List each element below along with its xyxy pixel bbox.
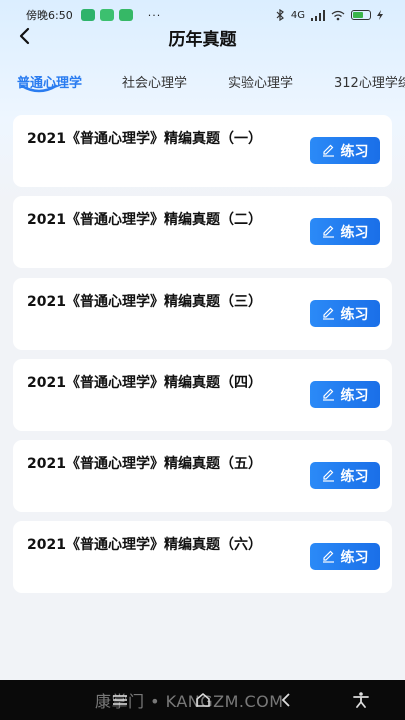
- wifi-icon: [331, 10, 345, 20]
- pencil-icon: [322, 144, 334, 157]
- app-notification-icon: [80, 9, 95, 21]
- practice-button[interactable]: 练习: [310, 462, 380, 489]
- charging-icon: [377, 10, 383, 20]
- more-notifications-icon: ···: [147, 8, 162, 22]
- practice-button[interactable]: 练习: [310, 381, 380, 408]
- signal-icon: [311, 9, 325, 21]
- practice-button[interactable]: 练习: [310, 218, 380, 245]
- practice-button-label: 练习: [340, 224, 369, 241]
- pencil-icon: [322, 469, 334, 482]
- network-label: 4G: [290, 9, 305, 21]
- practice-button-label: 练习: [340, 143, 369, 160]
- pencil-icon: [322, 388, 334, 401]
- menu-icon[interactable]: [110, 690, 130, 710]
- practice-button[interactable]: 练习: [310, 137, 380, 164]
- paper-title: 2021《普通心理学》精编真题（四）: [27, 375, 262, 391]
- active-tab-indicator: [20, 84, 58, 93]
- list-item: 2021《普通心理学》精编真题（三） 练习: [13, 278, 392, 350]
- paper-title: 2021《普通心理学》精编真题（五）: [27, 456, 262, 472]
- accessibility-icon[interactable]: [351, 690, 371, 710]
- list-item: 2021《普通心理学》精编真题（六） 练习: [13, 521, 392, 593]
- bluetooth-icon: [276, 9, 284, 21]
- back-nav-icon[interactable]: [276, 690, 296, 710]
- battery-icon: [351, 10, 371, 20]
- paper-title: 2021《普通心理学》精编真题（六）: [27, 537, 262, 553]
- tab-experimental-psychology[interactable]: 实验心理学: [228, 72, 293, 91]
- status-time: 傍晚6:50: [26, 9, 73, 22]
- paper-title: 2021《普通心理学》精编真题（三）: [27, 294, 262, 310]
- tab-social-psychology[interactable]: 社会心理学: [122, 72, 187, 91]
- list-item: 2021《普通心理学》精编真题（五） 练习: [13, 440, 392, 512]
- page-title: 历年真题: [168, 30, 237, 50]
- practice-button-label: 练习: [340, 387, 369, 404]
- pencil-icon: [322, 307, 334, 320]
- practice-button[interactable]: 练习: [310, 300, 380, 327]
- app-notification-icon: [99, 9, 114, 21]
- system-nav-bar: 康掌门 • KANGZM.COM: [0, 680, 405, 720]
- list-item: 2021《普通心理学》精编真题（二） 练习: [13, 196, 392, 268]
- practice-button-label: 练习: [340, 549, 369, 566]
- pencil-icon: [322, 550, 334, 563]
- home-icon[interactable]: [193, 690, 213, 710]
- paper-title: 2021《普通心理学》精编真题（一）: [27, 131, 262, 147]
- pencil-icon: [322, 225, 334, 238]
- app-notification-icon: [118, 9, 133, 21]
- list-item: 2021《普通心理学》精编真题（一） 练习: [13, 115, 392, 187]
- tab-312-psychology[interactable]: 312心理学综: [334, 72, 405, 91]
- practice-button[interactable]: 练习: [310, 543, 380, 570]
- paper-title: 2021《普通心理学》精编真题（二）: [27, 212, 262, 228]
- subject-tabs: 普通心理学 社会心理学 实验心理学 312心理学综: [0, 66, 405, 102]
- practice-button-label: 练习: [340, 306, 369, 323]
- practice-button-label: 练习: [340, 468, 369, 485]
- list-item: 2021《普通心理学》精编真题（四） 练习: [13, 359, 392, 431]
- header: 历年真题: [0, 22, 405, 52]
